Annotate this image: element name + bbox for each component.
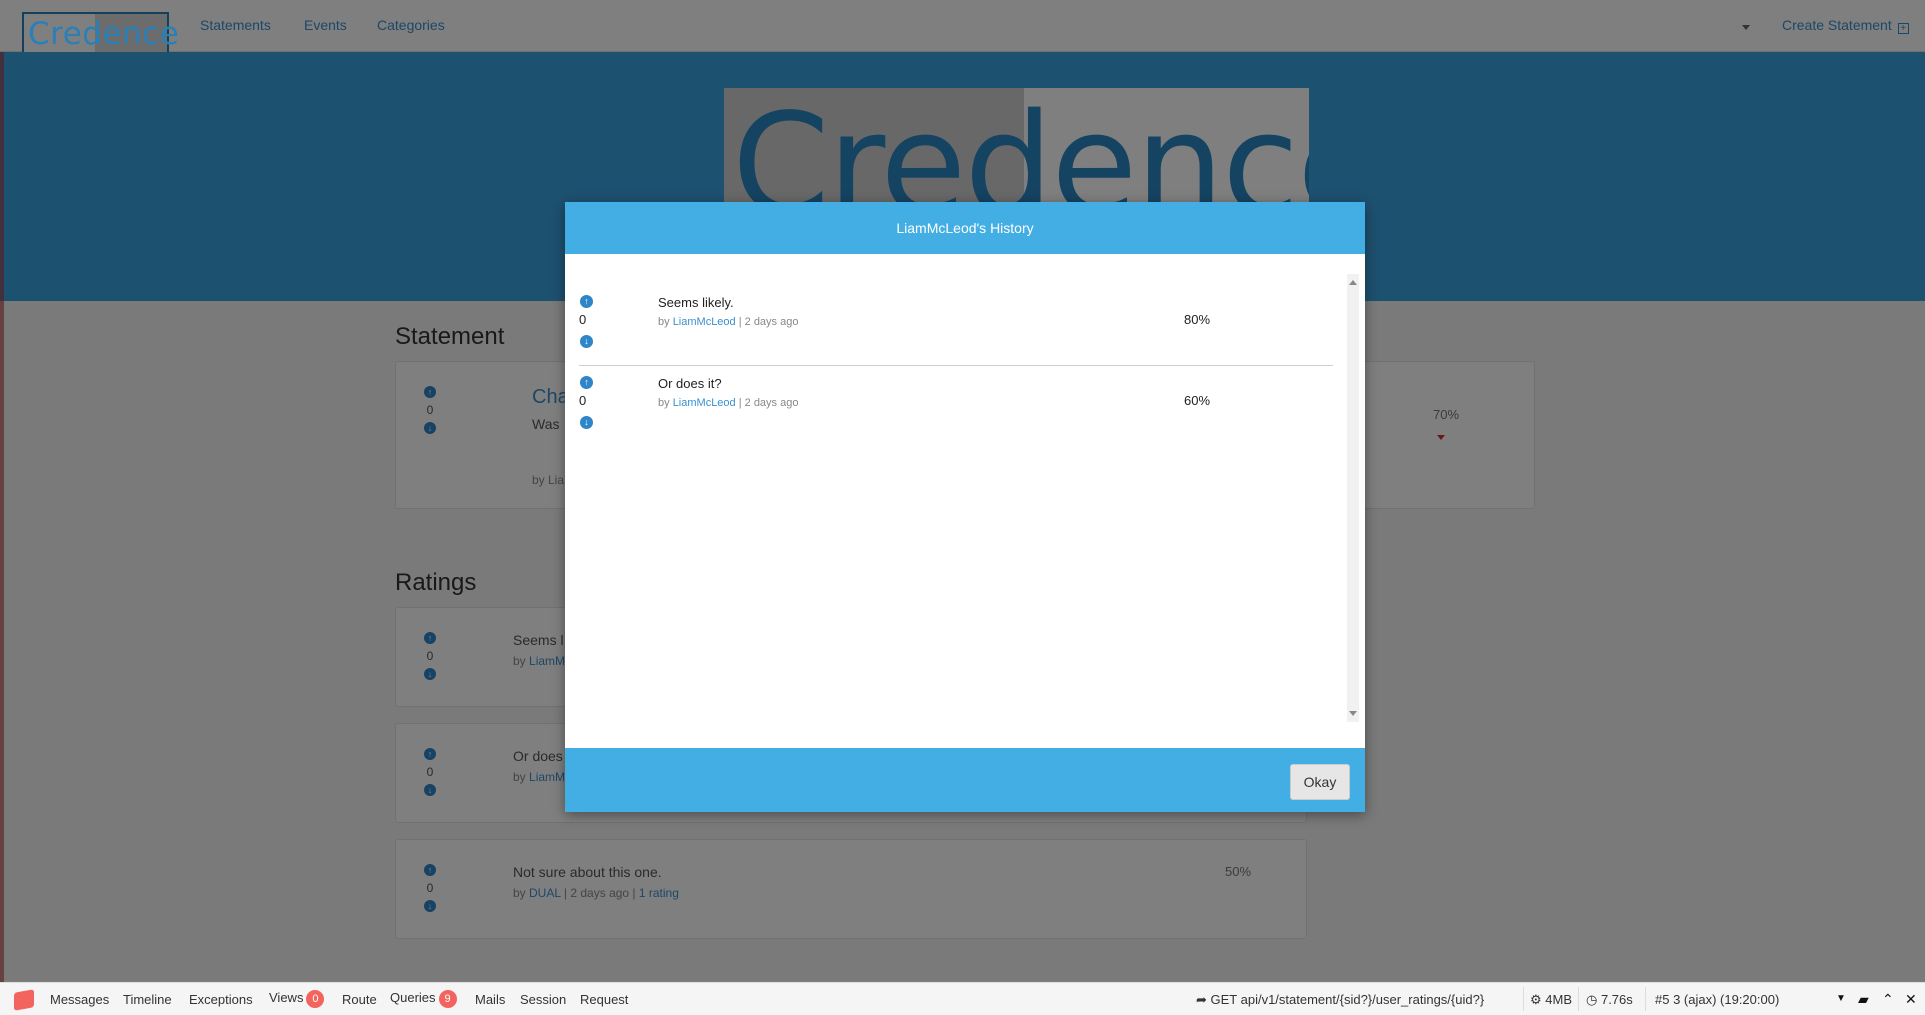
views-count-badge: 0 — [306, 990, 325, 1008]
queries-count-badge: 9 — [438, 990, 457, 1008]
history-time: | 2 days ago — [735, 316, 799, 328]
upvote-icon[interactable]: ↑ — [580, 295, 593, 308]
request-route-text: GET api/v1/statement/{sid?}/user_ratings… — [1210, 992, 1485, 1007]
dataset-dropdown-icon[interactable]: ▼ — [1836, 993, 1846, 1004]
scroll-up-arrow-icon[interactable] — [1349, 280, 1357, 285]
request-route-indicator: ➦ GET api/v1/statement/{sid?}/user_ratin… — [1196, 992, 1484, 1008]
downvote-icon[interactable]: ↓ — [580, 416, 593, 429]
dataset-value: #5 3 (ajax) (19:20:00) — [1655, 992, 1780, 1007]
debug-tab-timeline[interactable]: Timeline — [123, 992, 172, 1007]
history-text: Or does it? — [658, 376, 722, 391]
debug-tab-queries[interactable]: Queries 9 — [390, 990, 457, 1008]
modal-scrollbar[interactable] — [1347, 274, 1359, 722]
history-user-link[interactable]: LiamMcLeod — [673, 397, 736, 409]
vote-count: 0 — [579, 393, 587, 408]
left-edge-strip — [0, 52, 4, 982]
history-percent: 60% — [1184, 393, 1211, 408]
debugbar-logo-icon[interactable] — [14, 989, 34, 1011]
vote-count: 0 — [579, 312, 587, 327]
chevron-up-icon[interactable]: ⌃ — [1882, 991, 1894, 1008]
history-time: | 2 days ago — [735, 397, 799, 409]
by-label: by — [658, 316, 673, 328]
debug-bar: Messages Timeline Exceptions Views 0 Rout… — [0, 982, 1925, 1015]
time-value: 7.76s — [1600, 992, 1633, 1007]
scroll-down-arrow-icon[interactable] — [1349, 711, 1357, 716]
debug-tab-request[interactable]: Request — [580, 992, 628, 1007]
history-modal: LiamMcLeod's History ↑ 0 ↓ Seems likely.… — [565, 202, 1365, 812]
modal-header: LiamMcLeod's History — [565, 202, 1365, 254]
history-text: Seems likely. — [658, 295, 734, 310]
debug-separator — [1523, 987, 1524, 1011]
history-row: ↑ 0 ↓ Seems likely. by LiamMcLeod | 2 da… — [579, 286, 1333, 366]
history-percent: 80% — [1184, 312, 1211, 327]
gears-icon: ⚙ — [1530, 992, 1542, 1007]
debug-tab-mails[interactable]: Mails — [475, 992, 505, 1007]
close-icon[interactable]: ✕ — [1905, 991, 1917, 1008]
debug-tab-queries-label: Queries — [390, 990, 436, 1005]
modal-title: LiamMcLeod's History — [896, 220, 1034, 236]
memory-indicator: ⚙ 4MB — [1530, 992, 1572, 1008]
time-indicator: ◷ 7.76s — [1586, 992, 1633, 1008]
debug-separator — [1578, 987, 1579, 1011]
debug-separator — [1645, 987, 1646, 1011]
clock-icon: ◷ — [1586, 992, 1598, 1007]
history-meta: by LiamMcLeod | 2 days ago — [658, 316, 798, 328]
debug-tab-route[interactable]: Route — [342, 992, 377, 1007]
debug-tab-exceptions[interactable]: Exceptions — [189, 992, 253, 1007]
history-user-link[interactable]: LiamMcLeod — [673, 316, 736, 328]
debug-tab-views-label: Views — [269, 990, 304, 1005]
okay-button[interactable]: Okay — [1290, 764, 1350, 800]
modal-footer: Okay — [565, 748, 1365, 812]
dataset-select[interactable]: #5 3 (ajax) (19:20:00) — [1655, 992, 1779, 1007]
debug-tab-session[interactable]: Session — [520, 992, 566, 1007]
by-label: by — [658, 397, 673, 409]
folder-open-icon[interactable]: ▰ — [1858, 991, 1869, 1008]
debug-tab-views[interactable]: Views 0 — [269, 990, 325, 1008]
debug-tab-messages[interactable]: Messages — [50, 992, 109, 1007]
share-arrow-icon: ➦ — [1196, 992, 1211, 1007]
history-meta: by LiamMcLeod | 2 days ago — [658, 397, 798, 409]
upvote-icon[interactable]: ↑ — [580, 376, 593, 389]
history-row: ↑ 0 ↓ Or does it? by LiamMcLeod | 2 days… — [579, 367, 1333, 447]
memory-value: 4MB — [1545, 992, 1573, 1007]
modal-body: ↑ 0 ↓ Seems likely. by LiamMcLeod | 2 da… — [565, 254, 1365, 748]
downvote-icon[interactable]: ↓ — [580, 335, 593, 348]
brand-text: Credence — [28, 16, 180, 52]
